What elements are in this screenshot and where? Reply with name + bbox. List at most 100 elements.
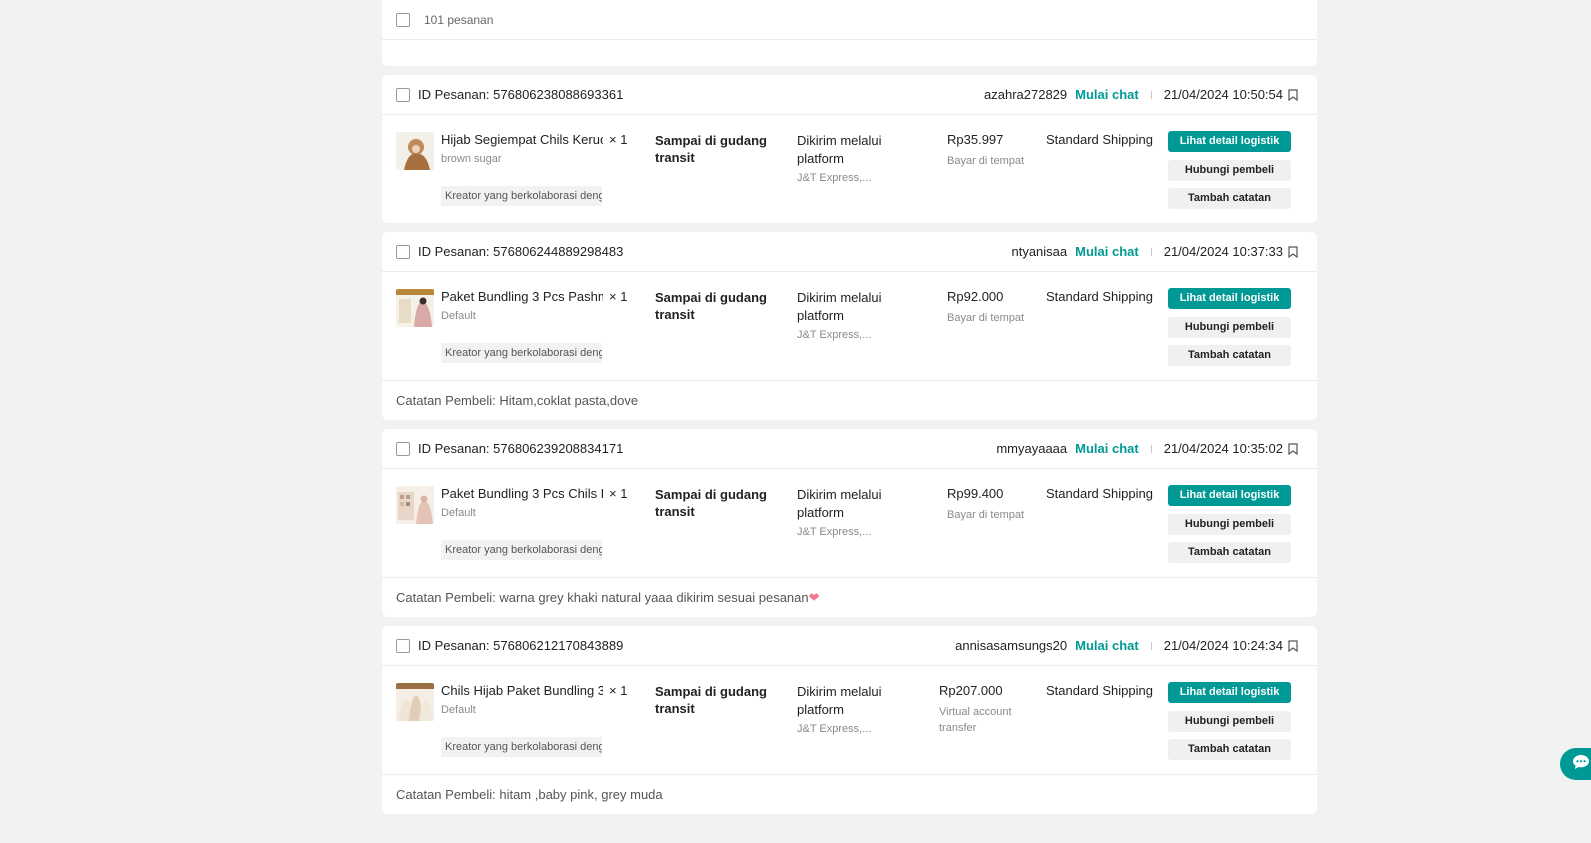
- order-id: ID Pesanan: 576806244889298483: [418, 244, 624, 259]
- payment-method: Bayar di tempat: [947, 509, 1025, 521]
- product-thumbnail[interactable]: [396, 289, 434, 327]
- ship-carrier: J&T Express,...: [797, 172, 872, 184]
- contact-buyer-button[interactable]: Hubungi pembeli: [1168, 711, 1291, 732]
- order-body: Paket Bundling 3 Pcs Chils Hijab × 1 Def…: [382, 469, 1317, 577]
- ship-method: Dikirim melalui platform: [797, 684, 882, 717]
- heart-emoji: ❤: [808, 590, 820, 605]
- chat-bubble-icon: [1572, 754, 1590, 775]
- bookmark-icon[interactable]: [1287, 442, 1299, 456]
- buyer-name[interactable]: azahra272829: [984, 87, 1067, 102]
- bookmark-icon[interactable]: [1287, 88, 1299, 102]
- view-logistics-button[interactable]: Lihat detail logistik: [1168, 682, 1291, 703]
- start-chat-link[interactable]: Mulai chat: [1075, 87, 1139, 102]
- view-logistics-button[interactable]: Lihat detail logistik: [1168, 131, 1291, 152]
- order-card: ID Pesanan: 576806239208834171 mmyayaaaa…: [382, 429, 1317, 617]
- order-price: Rp92.000: [947, 289, 1004, 304]
- order-header: ID Pesanan: 576806239208834171 mmyayaaaa…: [382, 429, 1317, 469]
- ship-method: Dikirim melalui platform: [797, 487, 882, 520]
- product-quantity: × 1: [609, 486, 628, 501]
- product-quantity: × 1: [609, 132, 628, 147]
- contact-buyer-button[interactable]: Hubungi pembeli: [1168, 317, 1291, 338]
- chat-fab-button[interactable]: [1560, 748, 1591, 780]
- buyer-note: Catatan Pembeli: hitam ,baby pink, grey …: [382, 774, 1317, 814]
- order-body: Chils Hijab Paket Bundling 3 Pcs × 1 Def…: [382, 666, 1317, 774]
- shipping-type: Standard Shipping: [1046, 486, 1153, 501]
- order-summary-card: 101 pesanan: [382, 0, 1317, 66]
- buyer-note: Catatan Pembeli: warna grey khaki natura…: [382, 577, 1317, 617]
- order-time: 21/04/2024 10:35:02: [1163, 441, 1283, 456]
- header-divider: [1150, 90, 1152, 99]
- ship-carrier: J&T Express,...: [797, 329, 872, 341]
- order-card: ID Pesanan: 576806212170843889 annisasam…: [382, 626, 1317, 814]
- creator-tag: Kreator yang berkolaborasi dengan Anda: [441, 737, 602, 757]
- buyer-name[interactable]: mmyayaaaa: [996, 441, 1067, 456]
- ship-method: Dikirim melalui platform: [797, 290, 882, 323]
- order-count: 101 pesanan: [424, 12, 494, 27]
- view-logistics-button[interactable]: Lihat detail logistik: [1168, 485, 1291, 506]
- header-divider: [1150, 444, 1152, 453]
- shipping-type: Standard Shipping: [1046, 683, 1153, 698]
- add-note-button[interactable]: Tambah catatan: [1168, 542, 1291, 563]
- order-time: 21/04/2024 10:50:54: [1163, 87, 1283, 102]
- order-list: 101 pesanan ID Pesanan: 5768062380886933…: [382, 0, 1317, 814]
- order-checkbox[interactable]: [396, 244, 410, 259]
- start-chat-link[interactable]: Mulai chat: [1075, 638, 1139, 653]
- start-chat-link[interactable]: Mulai chat: [1075, 441, 1139, 456]
- creator-tag: Kreator yang berkolaborasi dengan Anda: [441, 343, 602, 363]
- order-status: Sampai di gudang transit: [655, 487, 767, 519]
- order-checkbox[interactable]: [396, 87, 410, 102]
- payment-method: Bayar di tempat: [947, 155, 1025, 167]
- order-header: ID Pesanan: 576806238088693361 azahra272…: [382, 75, 1317, 115]
- product-variant: Default: [441, 507, 476, 519]
- contact-buyer-button[interactable]: Hubungi pembeli: [1168, 514, 1291, 535]
- order-id: ID Pesanan: 576806212170843889: [418, 638, 624, 653]
- bookmark-icon[interactable]: [1287, 639, 1299, 653]
- product-quantity: × 1: [609, 289, 628, 304]
- order-status: Sampai di gudang transit: [655, 290, 767, 322]
- product-thumbnail[interactable]: [396, 486, 434, 524]
- shipping-type: Standard Shipping: [1046, 132, 1153, 147]
- bookmark-icon[interactable]: [1287, 245, 1299, 259]
- view-logistics-button[interactable]: Lihat detail logistik: [1168, 288, 1291, 309]
- order-status: Sampai di gudang transit: [655, 133, 767, 165]
- order-time: 21/04/2024 10:24:34: [1163, 638, 1283, 653]
- select-all-checkbox[interactable]: [396, 12, 410, 27]
- order-header: ID Pesanan: 576806244889298483 ntyanisaa…: [382, 232, 1317, 272]
- order-card: ID Pesanan: 576806244889298483 ntyanisaa…: [382, 232, 1317, 420]
- product-name[interactable]: Chils Hijab Paket Bundling 3 Pcs: [441, 683, 603, 698]
- order-price: Rp35.997: [947, 132, 1004, 147]
- order-checkbox[interactable]: [396, 638, 410, 653]
- order-header: ID Pesanan: 576806212170843889 annisasam…: [382, 626, 1317, 666]
- buyer-name[interactable]: ntyanisaa: [1011, 244, 1067, 259]
- add-note-button[interactable]: Tambah catatan: [1168, 345, 1291, 366]
- order-price: Rp207.000: [939, 683, 1003, 698]
- product-thumbnail[interactable]: [396, 683, 434, 721]
- order-card: ID Pesanan: 576806238088693361 azahra272…: [382, 75, 1317, 223]
- header-divider: [1150, 641, 1152, 650]
- buyer-note-text: Catatan Pembeli: warna grey khaki natura…: [396, 590, 809, 605]
- creator-tag: Kreator yang berkolaborasi dengan Anda: [441, 540, 602, 560]
- product-variant: Default: [441, 704, 476, 716]
- order-body: Hijab Segiempat Chils Kerucut × 1 brown …: [382, 115, 1317, 223]
- product-name[interactable]: Paket Bundling 3 Pcs Chils Hijab: [441, 486, 603, 501]
- buyer-name[interactable]: annisasamsungs20: [955, 638, 1067, 653]
- product-name[interactable]: Paket Bundling 3 Pcs Pashmina: [441, 289, 603, 304]
- product-name[interactable]: Hijab Segiempat Chils Kerucut: [441, 132, 603, 147]
- header-divider: [1150, 247, 1152, 256]
- order-body: Paket Bundling 3 Pcs Pashmina × 1 Defaul…: [382, 272, 1317, 380]
- product-thumbnail[interactable]: [396, 132, 434, 170]
- order-id: ID Pesanan: 576806238088693361: [418, 87, 624, 102]
- order-status: Sampai di gudang transit: [655, 684, 767, 716]
- add-note-button[interactable]: Tambah catatan: [1168, 188, 1291, 209]
- order-checkbox[interactable]: [396, 441, 410, 456]
- order-time: 21/04/2024 10:37:33: [1163, 244, 1283, 259]
- start-chat-link[interactable]: Mulai chat: [1075, 244, 1139, 259]
- shipping-type: Standard Shipping: [1046, 289, 1153, 304]
- add-note-button[interactable]: Tambah catatan: [1168, 739, 1291, 760]
- order-id: ID Pesanan: 576806239208834171: [418, 441, 624, 456]
- ship-carrier: J&T Express,...: [797, 723, 872, 735]
- product-variant: brown sugar: [441, 153, 502, 165]
- ship-method: Dikirim melalui platform: [797, 133, 882, 166]
- contact-buyer-button[interactable]: Hubungi pembeli: [1168, 160, 1291, 181]
- product-quantity: × 1: [609, 683, 628, 698]
